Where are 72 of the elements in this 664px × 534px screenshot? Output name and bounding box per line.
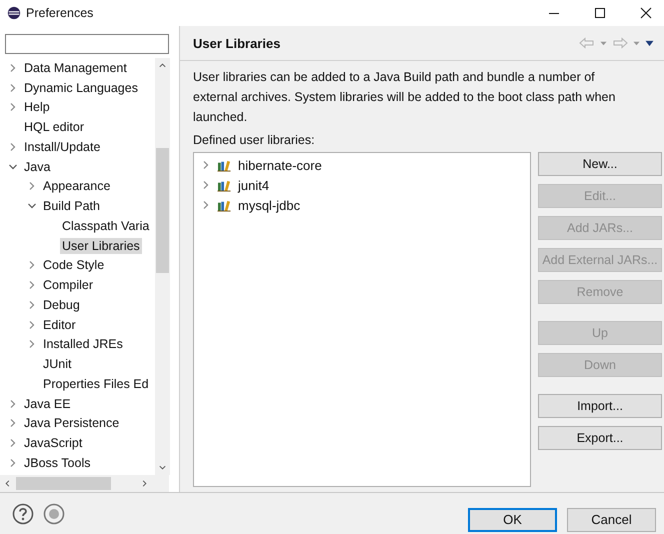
back-arrow-icon[interactable] — [579, 37, 595, 49]
view-menu-icon[interactable] — [645, 40, 654, 46]
tree-item[interactable]: Debug — [41, 296, 82, 313]
tree-item[interactable]: Data Management — [22, 60, 129, 76]
scroll-right-icon[interactable] — [140, 479, 149, 488]
chevron-right-icon[interactable] — [27, 280, 37, 290]
forward-arrow-icon[interactable] — [612, 37, 628, 49]
list-label: Defined user libraries: — [193, 133, 316, 147]
chevron-right-icon[interactable] — [201, 200, 211, 210]
chevron-right-icon[interactable] — [8, 458, 18, 468]
tree-item[interactable]: JBoss Tools — [22, 454, 92, 471]
window-title: Preferences — [26, 6, 94, 20]
dropdown-icon[interactable] — [633, 40, 640, 46]
action-button[interactable]: Export... — [538, 426, 662, 450]
filter-field[interactable] — [5, 34, 169, 54]
vertical-scrollbar[interactable] — [155, 58, 170, 475]
chevron-right-icon[interactable] — [27, 260, 37, 270]
dropdown-icon[interactable] — [600, 40, 607, 46]
scroll-left-icon[interactable] — [3, 479, 12, 488]
tree-item[interactable]: Help — [22, 99, 52, 116]
chevron-right-icon[interactable] — [8, 438, 18, 448]
dialog-button[interactable]: Cancel — [567, 508, 656, 532]
tree-item[interactable]: Java Persistence — [22, 415, 122, 432]
library-icon — [217, 178, 232, 192]
chevron-right-icon[interactable] — [8, 398, 18, 409]
tree-item[interactable]: Build Path — [41, 198, 102, 214]
tree-item[interactable]: JavaScript — [22, 435, 84, 452]
chevron-right-icon[interactable] — [201, 180, 211, 190]
maximize-icon[interactable] — [594, 7, 606, 19]
chevron-down-icon[interactable] — [8, 162, 18, 172]
tree-item[interactable]: Properties Files Ed — [41, 376, 151, 392]
library-item[interactable]: mysql-jdbc — [238, 198, 300, 212]
chevron-right-icon[interactable] — [8, 82, 18, 93]
chevron-right-icon[interactable] — [8, 142, 18, 152]
record-icon[interactable] — [43, 502, 65, 524]
tree-item[interactable]: Editor — [41, 316, 78, 333]
library-icon — [217, 158, 232, 172]
chevron-right-icon[interactable] — [201, 160, 211, 170]
tree-item[interactable]: Java — [22, 158, 52, 175]
tree-item[interactable]: Code Style — [41, 257, 106, 274]
tree-item[interactable]: Install/Update — [22, 138, 102, 155]
scroll-up-icon[interactable] — [158, 61, 167, 70]
description-text: User libraries can be added to a Java Build path and bundle a number of external archives. System libraries will be added to the boot class path when launched. — [193, 69, 616, 126]
page-title: User Libraries — [193, 36, 280, 50]
tree-item[interactable]: HQL editor — [22, 119, 86, 136]
chevron-right-icon[interactable] — [27, 339, 37, 350]
tree-item[interactable]: Installed JREs — [41, 336, 125, 352]
library-item[interactable]: hibernate-core — [238, 158, 322, 172]
tree-item[interactable]: Java EE — [22, 396, 73, 412]
scroll-down-icon[interactable] — [158, 463, 167, 472]
action-button[interactable]: New... — [538, 152, 662, 176]
chevron-right-icon[interactable] — [27, 320, 37, 330]
tree-item[interactable]: Appearance — [41, 178, 112, 194]
tree-item[interactable]: User Libraries — [60, 238, 142, 254]
tree-item[interactable]: JUnit — [41, 356, 74, 372]
chevron-right-icon[interactable] — [27, 300, 37, 310]
chevron-right-icon[interactable] — [8, 102, 18, 112]
action-button[interactable]: Import... — [538, 394, 662, 418]
chevron-right-icon[interactable] — [8, 418, 18, 428]
tree-item[interactable]: Compiler — [41, 277, 96, 294]
tree-item[interactable]: Classpath Varia — [60, 218, 152, 234]
close-icon[interactable] — [640, 7, 652, 19]
dialog-button[interactable]: OK — [468, 508, 557, 532]
library-item[interactable]: junit4 — [238, 178, 270, 192]
library-list[interactable]: hibernate-core junit4 mysql-jdbc — [193, 152, 531, 487]
chevron-right-icon[interactable] — [8, 62, 18, 73]
chevron-right-icon[interactable] — [27, 181, 37, 192]
eclipse-icon — [7, 6, 21, 20]
library-icon — [217, 198, 232, 212]
tree-item[interactable]: Dynamic Languages — [22, 80, 140, 96]
help-icon[interactable] — [12, 502, 34, 524]
horizontal-scrollbar[interactable] — [0, 475, 169, 492]
